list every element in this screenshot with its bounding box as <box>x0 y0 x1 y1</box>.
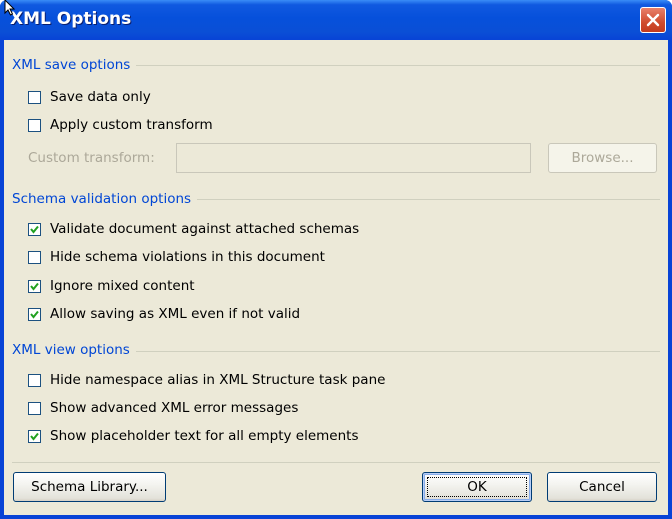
checkbox[interactable] <box>28 401 41 415</box>
ok-button[interactable]: OK <box>422 472 532 502</box>
section-title-save: XML save options <box>12 57 137 73</box>
checkbox[interactable] <box>28 118 41 132</box>
checkbox-label: Allow saving as XML even if not valid <box>50 306 301 322</box>
checkbox-label: Apply custom transform <box>50 117 213 133</box>
dialog-title: XML Options <box>10 9 132 29</box>
dialog-body: XML save options Save data only Apply cu… <box>4 40 668 515</box>
section-title-schema: Schema validation options <box>12 191 198 207</box>
browse-button[interactable]: Browse... <box>548 143 657 173</box>
checkbox[interactable] <box>28 90 41 104</box>
checkbox[interactable] <box>28 279 41 293</box>
cancel-button[interactable]: Cancel <box>547 472 657 502</box>
checkbox[interactable] <box>28 307 41 321</box>
checkbox[interactable] <box>28 429 41 443</box>
custom-transform-label: Custom transform: <box>28 150 155 166</box>
section-title-view: XML view options <box>12 342 136 358</box>
footer-divider <box>12 462 660 463</box>
schema-library-button[interactable]: Schema Library... <box>13 472 166 502</box>
checkbox-hide-namespace-alias[interactable]: Hide namespace alias in XML Structure ta… <box>28 371 385 389</box>
checkbox-allow-saving-invalid[interactable]: Allow saving as XML even if not valid <box>28 305 300 323</box>
checkmark-icon <box>30 310 39 319</box>
mouse-cursor-icon <box>4 0 16 16</box>
checkbox-hide-schema-violations[interactable]: Hide schema violations in this document <box>28 248 325 266</box>
close-icon <box>646 13 660 27</box>
checkmark-icon <box>30 225 39 234</box>
checkbox-validate-document[interactable]: Validate document against attached schem… <box>28 220 359 238</box>
checkbox-label: Hide namespace alias in XML Structure ta… <box>50 372 386 388</box>
focus-rectangle <box>427 477 527 497</box>
checkbox-label: Show advanced XML error messages <box>50 400 299 416</box>
checkbox-ignore-mixed-content[interactable]: Ignore mixed content <box>28 277 195 295</box>
checkmark-icon <box>30 282 39 291</box>
xml-options-dialog: XML Options XML save options Save data o… <box>0 0 672 519</box>
checkbox-label: Show placeholder text for all empty elem… <box>50 428 359 444</box>
checkbox[interactable] <box>28 250 41 264</box>
checkbox-label: Hide schema violations in this document <box>50 249 325 265</box>
checkbox-save-data-only[interactable]: Save data only <box>28 88 151 106</box>
custom-transform-input[interactable] <box>176 143 531 173</box>
title-bar[interactable]: XML Options <box>0 0 672 40</box>
checkbox-apply-custom-transform[interactable]: Apply custom transform <box>28 116 213 134</box>
checkbox-label: Save data only <box>50 89 151 105</box>
checkbox-show-placeholder-text[interactable]: Show placeholder text for all empty elem… <box>28 427 358 445</box>
checkbox-label: Ignore mixed content <box>50 278 195 294</box>
checkbox[interactable] <box>28 222 41 236</box>
checkbox-label: Validate document against attached schem… <box>50 221 360 237</box>
checkbox[interactable] <box>28 373 41 387</box>
checkmark-icon <box>30 432 39 441</box>
checkbox-show-advanced-errors[interactable]: Show advanced XML error messages <box>28 399 298 417</box>
close-button[interactable] <box>640 7 666 33</box>
